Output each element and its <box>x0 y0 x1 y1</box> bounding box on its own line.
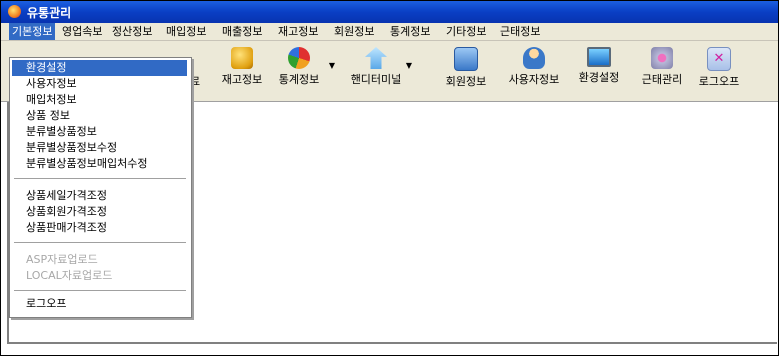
monitor-icon <box>587 47 611 67</box>
user-icon <box>523 47 545 69</box>
menu-attendance-info[interactable]: 근태정보 <box>497 23 543 40</box>
toolbar-inventory-button[interactable]: 재고정보 <box>212 47 272 87</box>
menu-item-product-by-category-supplier-edit[interactable]: 분류별상품정보매입처수정 <box>12 156 187 172</box>
menu-settlement-info[interactable]: 정산정보 <box>109 23 155 40</box>
box-icon <box>231 47 253 69</box>
menu-item-environment-settings[interactable]: 환경설정 <box>12 60 187 76</box>
menu-item-user-info[interactable]: 사용자정보 <box>12 76 187 92</box>
window-title: 유통관리 <box>27 6 72 20</box>
toolbar-user-button[interactable]: 사용자정보 <box>504 47 564 87</box>
logoff-icon: ✕ <box>707 47 731 71</box>
menu-item-product-by-category-edit[interactable]: 분류별상품정보수정 <box>12 140 187 156</box>
title-bar: 유통관리 <box>1 1 778 23</box>
handy-terminal-icon <box>365 47 387 69</box>
menu-item-sale-price-adjust[interactable]: 상품세일가격조정 <box>12 188 187 204</box>
workspace-bottom-border <box>7 342 777 344</box>
member-card-icon <box>454 47 478 71</box>
pie-chart-icon <box>288 47 310 69</box>
toolbar-logoff-button[interactable]: ✕ 로그오프 <box>689 47 749 89</box>
menu-item-local-upload: LOCAL자료업로드 <box>26 269 113 282</box>
menu-item-asp-upload: ASP자료업로드 <box>26 253 98 266</box>
main-window: 유통관리 기본정보 영업속보 정산정보 매입정보 매출정보 재고정보 회원정보 … <box>0 0 779 356</box>
menu-member-info[interactable]: 회원정보 <box>331 23 377 40</box>
app-icon <box>8 5 21 18</box>
menu-separator <box>14 178 186 179</box>
menu-item-member-price-adjust[interactable]: 상품회원가격조정 <box>12 204 187 220</box>
toolbar-handy-terminal-button[interactable]: 핸디터미널 ▼ <box>346 47 412 87</box>
toolbar-statistics-button[interactable]: 통계정보 ▼ <box>269 47 335 87</box>
menu-basic-info[interactable]: 기본정보 <box>9 23 56 40</box>
attendance-icon <box>651 47 673 69</box>
toolbar-member-button[interactable]: 회원정보 <box>436 47 496 89</box>
menu-item-supplier-info[interactable]: 매입처정보 <box>12 92 187 108</box>
menu-separator <box>14 290 186 291</box>
menu-other-info[interactable]: 기타정보 <box>443 23 489 40</box>
menu-sales-info[interactable]: 매출정보 <box>219 23 265 40</box>
toolbar-attendance-button[interactable]: 근태관리 <box>632 47 692 87</box>
menu-inventory-info[interactable]: 재고정보 <box>275 23 321 40</box>
menu-bar: 기본정보 영업속보 정산정보 매입정보 매출정보 재고정보 회원정보 통계정보 … <box>1 23 778 41</box>
menu-item-selling-price-adjust[interactable]: 상품판매가격조정 <box>12 220 187 236</box>
menu-item-product-by-category[interactable]: 분류별상품정보 <box>12 124 187 140</box>
menu-separator <box>14 242 186 243</box>
toolbar-settings-button[interactable]: 환경설정 <box>569 47 629 85</box>
dropdown-arrow-icon[interactable]: ▼ <box>329 61 335 70</box>
dropdown-arrow-icon[interactable]: ▼ <box>406 61 412 70</box>
menu-item-logoff[interactable]: 로그오프 <box>12 296 187 312</box>
menu-sales-flash[interactable]: 영업속보 <box>59 23 105 40</box>
menu-item-product-info[interactable]: 상품 정보 <box>12 108 187 124</box>
basic-info-dropdown-menu: 환경설정 사용자정보 매입처정보 상품 정보 분류별상품정보 분류별상품정보수정… <box>9 57 192 318</box>
menu-purchase-info[interactable]: 매입정보 <box>163 23 209 40</box>
menu-statistics-info[interactable]: 통계정보 <box>387 23 433 40</box>
